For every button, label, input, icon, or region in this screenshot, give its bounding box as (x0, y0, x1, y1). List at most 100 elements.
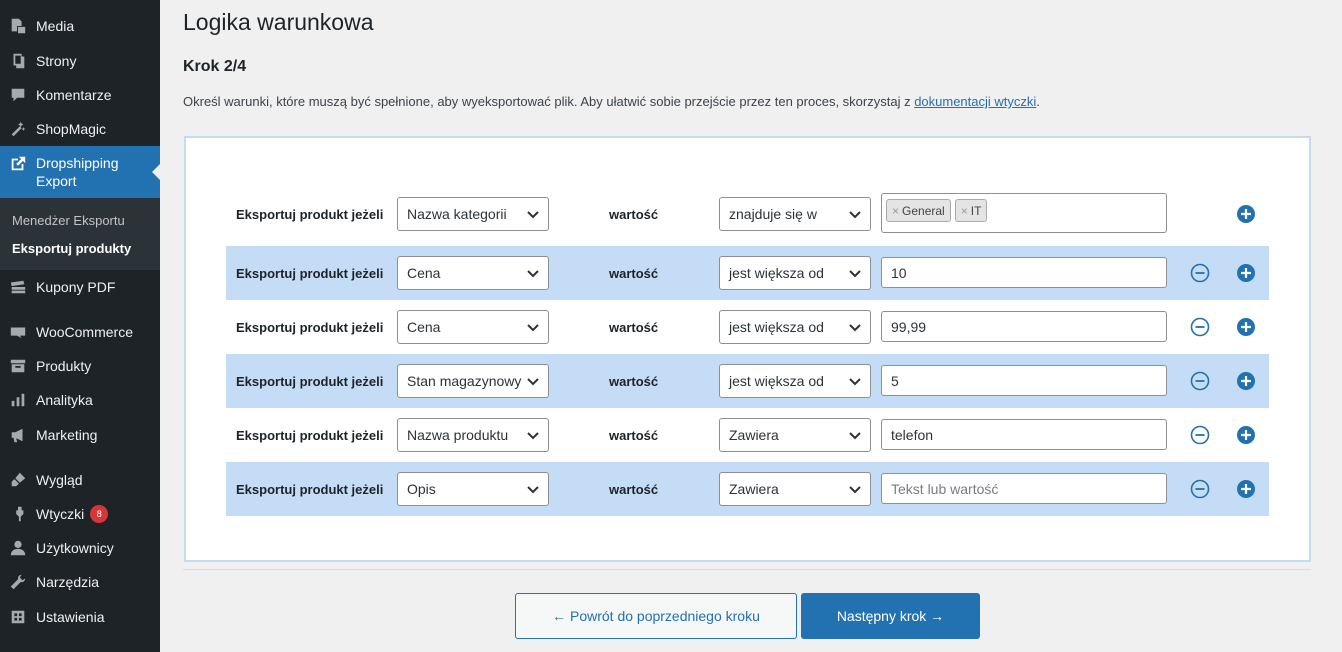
condition-label: Eksportuj produkt jeżeli (236, 266, 384, 281)
menu-analityka[interactable]: Analityka (0, 383, 160, 417)
updates-badge: 8 (90, 505, 109, 523)
condition-row: Eksportuj produkt jeżeli Nazwa produktu … (226, 408, 1269, 462)
chevron-down-icon (848, 266, 862, 280)
menu-wyglad[interactable]: Wygląd (0, 463, 160, 497)
woo-icon (8, 322, 28, 342)
active-menu-arrow (152, 164, 160, 180)
value-input[interactable]: 99,99 (881, 311, 1167, 342)
divider (183, 569, 1311, 570)
add-condition-icon[interactable] (1236, 263, 1256, 283)
operator-select[interactable]: jest większa od (719, 256, 871, 290)
field-select[interactable]: Stan magazynowy (397, 364, 549, 398)
add-condition-icon[interactable] (1236, 317, 1256, 337)
field-select[interactable]: Nazwa produktu (397, 418, 549, 452)
condition-row: Eksportuj produkt jeżeli Cena wartość je… (226, 300, 1269, 354)
operator-select-value: znajduje się w (729, 206, 817, 222)
back-button[interactable]: ← Powrót do poprzedniego kroku (515, 593, 797, 639)
menu-produkty[interactable]: Produkty (0, 349, 160, 383)
remove-condition-icon[interactable] (1190, 371, 1210, 391)
value-label: wartość (609, 482, 659, 497)
chevron-down-icon (848, 428, 862, 442)
condition-label: Eksportuj produkt jeżeli (236, 320, 384, 335)
menu-analityka-label: Analityka (36, 392, 93, 408)
chevron-down-icon (848, 482, 862, 496)
menu-wyglad-label: Wygląd (36, 472, 83, 488)
value-label: wartość (609, 428, 659, 443)
value-label: wartość (609, 374, 659, 389)
menu-narzedzia[interactable]: Narzędzia (0, 565, 160, 599)
menu-shopmagic[interactable]: ShopMagic (0, 112, 160, 146)
value-input[interactable]: 10 (881, 257, 1167, 288)
remove-condition-icon[interactable] (1190, 479, 1210, 499)
operator-select[interactable]: znajduje się w (719, 197, 871, 231)
next-step-button[interactable]: Następny krok → (801, 593, 980, 639)
operator-select[interactable]: Zawiera (719, 472, 871, 506)
settings-icon (8, 607, 28, 627)
submenu-menedzer-eksportu[interactable]: Menedżer Eksportu (12, 213, 125, 228)
condition-label: Eksportuj produkt jeżeli (236, 428, 384, 443)
tags-input[interactable]: × General × IT (881, 193, 1167, 233)
menu-strony[interactable]: Strony (0, 44, 160, 78)
step-title: Krok 2/4 (183, 58, 247, 75)
media-icon (8, 16, 28, 36)
chevron-down-icon (526, 320, 540, 334)
submenu-dropshipping: Menedżer Eksportu Eksportuj produkty (0, 198, 160, 270)
operator-select[interactable]: jest większa od (719, 310, 871, 344)
tag-label: General (902, 203, 945, 218)
add-condition-icon[interactable] (1236, 371, 1256, 391)
brush-icon (8, 470, 28, 490)
archive-icon (8, 356, 28, 376)
condition-label: Eksportuj produkt jeżeli (236, 207, 384, 222)
field-select-value: Cena (407, 265, 441, 281)
operator-select[interactable]: Zawiera (719, 418, 871, 452)
admin-sidebar: Media Strony Komentarze ShopMagic Dropsh… (0, 0, 160, 652)
menu-wtyczki[interactable]: Wtyczki 8 (0, 497, 160, 531)
operator-select[interactable]: jest większa od (719, 364, 871, 398)
menu-komentarze[interactable]: Komentarze (0, 78, 160, 112)
field-select-value: Cena (407, 319, 441, 335)
menu-ustawienia[interactable]: Ustawienia (0, 600, 160, 634)
field-select[interactable]: Cena (397, 310, 549, 344)
remove-condition-icon[interactable] (1190, 317, 1210, 337)
documentation-link[interactable]: dokumentacji wtyczki (914, 94, 1036, 109)
megaphone-icon (8, 425, 28, 445)
condition-label: Eksportuj produkt jeżeli (236, 374, 384, 389)
menu-dropshipping-export[interactable]: Dropshipping Export (0, 146, 160, 198)
menu-media[interactable]: Media (0, 9, 160, 43)
operator-select-value: Zawiera (729, 427, 779, 443)
operator-select-value: jest większa od (729, 373, 824, 389)
operator-select-value: Zawiera (729, 481, 779, 497)
remove-condition-icon[interactable] (1190, 425, 1210, 445)
menu-uzytkownicy[interactable]: Użytkownicy (0, 531, 160, 565)
condition-label: Eksportuj produkt jeżeli (236, 482, 384, 497)
value-label: wartość (609, 266, 659, 281)
field-select[interactable]: Nazwa kategorii (397, 197, 549, 231)
menu-kupony-pdf[interactable]: Kupony PDF (0, 270, 160, 304)
field-select[interactable]: Cena (397, 256, 549, 290)
remove-condition-icon[interactable] (1190, 263, 1210, 283)
operator-select-value: jest większa od (729, 265, 824, 281)
value-input[interactable]: Tekst lub wartość (881, 473, 1167, 504)
add-condition-icon[interactable] (1236, 425, 1256, 445)
field-select-value: Nazwa produktu (407, 427, 509, 443)
condition-row: Eksportuj produkt jeżeli Opis wartość Za… (226, 462, 1269, 516)
value-input[interactable]: 5 (881, 365, 1167, 396)
menu-wtyczki-label: Wtyczki (36, 506, 85, 522)
field-select[interactable]: Opis (397, 472, 549, 506)
chevron-down-icon (526, 266, 540, 280)
tag-remove-icon[interactable]: × (892, 204, 899, 218)
chevron-down-icon (526, 428, 540, 442)
chevron-down-icon (848, 374, 862, 388)
value-input[interactable]: telefon (881, 419, 1167, 450)
menu-marketing-label: Marketing (36, 427, 98, 443)
add-condition-icon[interactable] (1236, 479, 1256, 499)
menu-woocommerce[interactable]: WooCommerce (0, 315, 160, 349)
value-label: wartość (609, 207, 659, 222)
add-condition-icon[interactable] (1236, 204, 1256, 224)
menu-marketing[interactable]: Marketing (0, 418, 160, 452)
condition-row: Eksportuj produkt jeżeli Cena wartość je… (226, 246, 1269, 300)
field-select-value: Nazwa kategorii (407, 206, 507, 222)
wrench-icon (8, 572, 28, 592)
submenu-eksportuj-produkty[interactable]: Eksportuj produkty (12, 241, 131, 256)
tag-remove-icon[interactable]: × (961, 204, 968, 218)
